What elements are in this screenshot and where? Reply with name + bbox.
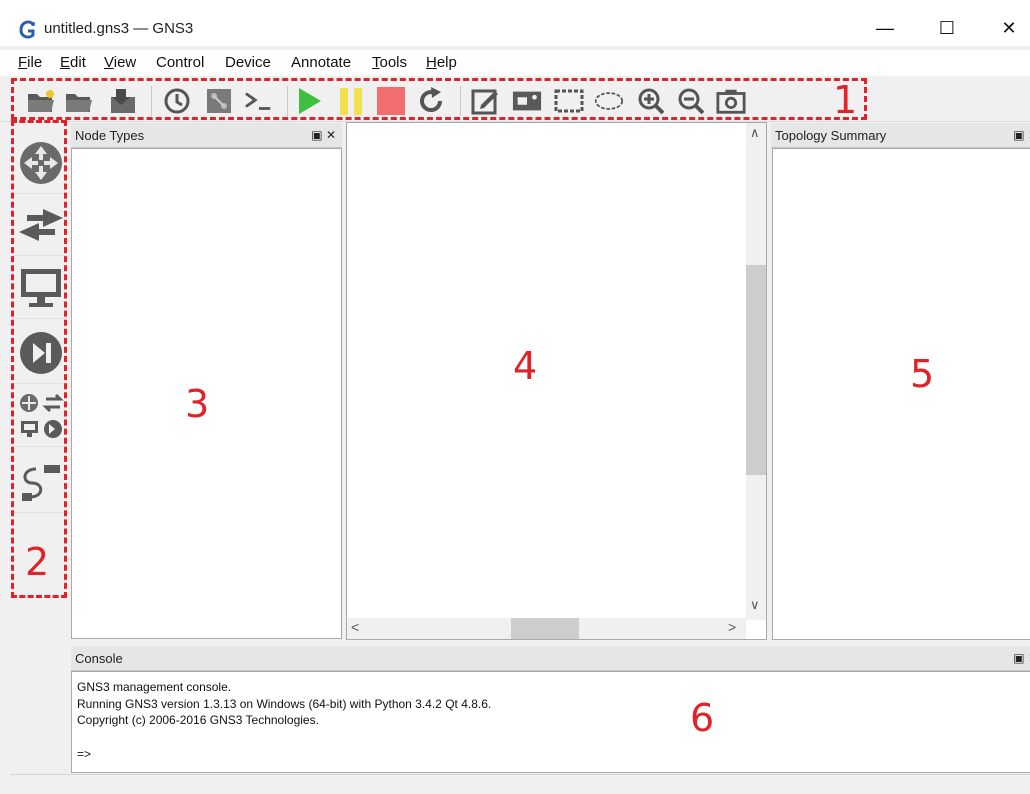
menu-edit[interactable]: Edit <box>60 54 86 71</box>
canvas-vertical-scrollbar[interactable]: ∧ ∨ <box>746 123 766 620</box>
topology-summary-header: Topology Summary ▣ ✕ <box>771 123 1030 148</box>
node-types-header: Node Types ▣ ✕ <box>71 123 342 148</box>
node-types-dock-controls[interactable]: ▣ ✕ <box>311 123 336 148</box>
annotation-label-6: 6 <box>690 696 715 740</box>
status-bar <box>10 774 1030 794</box>
console-line: Copyright (c) 2006-2016 GNS3 Technologie… <box>77 713 319 727</box>
console-line: GNS3 management console. <box>77 680 232 694</box>
topology-summary-panel[interactable] <box>772 148 1030 640</box>
menu-annotate[interactable]: Annotate <box>291 54 351 71</box>
console-dock-controls[interactable]: ▣ ✕ <box>1013 646 1030 671</box>
window-title: untitled.gns3 — GNS3 <box>44 20 194 37</box>
annotation-box-toolbar <box>11 78 867 120</box>
scroll-up-arrow-icon[interactable]: ∧ <box>750 125 760 141</box>
annotation-label-4: 4 <box>513 344 538 388</box>
menu-bar: File Edit View Control Device Annotate T… <box>0 50 1030 76</box>
maximize-button[interactable]: ☐ <box>924 10 970 46</box>
menu-help[interactable]: Help <box>426 54 457 71</box>
topology-summary-dock-controls[interactable]: ▣ ✕ <box>1013 123 1030 148</box>
annotation-box-devices <box>11 120 67 598</box>
topology-canvas[interactable] <box>346 122 767 640</box>
menu-tools[interactable]: Tools <box>372 54 407 71</box>
annotation-label-2: 2 <box>25 540 50 584</box>
menu-view[interactable]: View <box>104 54 136 71</box>
gns3-logo-icon <box>19 20 35 39</box>
console-title: Console <box>75 651 123 666</box>
scroll-down-arrow-icon[interactable]: ∨ <box>750 597 760 613</box>
menu-device[interactable]: Device <box>225 54 271 71</box>
annotation-label-3: 3 <box>185 382 210 426</box>
console-header: Console ▣ ✕ <box>71 646 1030 671</box>
menu-control[interactable]: Control <box>156 54 204 71</box>
close-button[interactable]: ✕ <box>986 10 1030 46</box>
vertical-scroll-thumb[interactable] <box>746 265 766 475</box>
menu-file[interactable]: File <box>18 54 42 71</box>
minimize-button[interactable]: — <box>862 10 908 46</box>
title-bar: untitled.gns3 — GNS3 — ☐ ✕ <box>0 0 1030 46</box>
scroll-right-arrow-icon[interactable]: > <box>728 619 736 635</box>
minimize-icon: — <box>876 17 894 38</box>
canvas-horizontal-scrollbar[interactable]: < > <box>347 618 746 639</box>
console-line: Running GNS3 version 1.3.13 on Windows (… <box>77 697 492 711</box>
annotation-label-5: 5 <box>910 352 935 396</box>
console-panel[interactable]: GNS3 management console. Running GNS3 ve… <box>71 671 1030 773</box>
node-types-title: Node Types <box>75 128 145 143</box>
console-prompt[interactable]: => <box>77 746 91 762</box>
maximize-icon: ☐ <box>938 17 956 38</box>
topology-summary-title: Topology Summary <box>775 128 887 143</box>
annotation-label-1: 1 <box>833 78 858 122</box>
horizontal-scroll-thumb[interactable] <box>511 618 579 639</box>
scroll-left-arrow-icon[interactable]: < <box>351 619 359 635</box>
close-icon: ✕ <box>1001 17 1017 38</box>
